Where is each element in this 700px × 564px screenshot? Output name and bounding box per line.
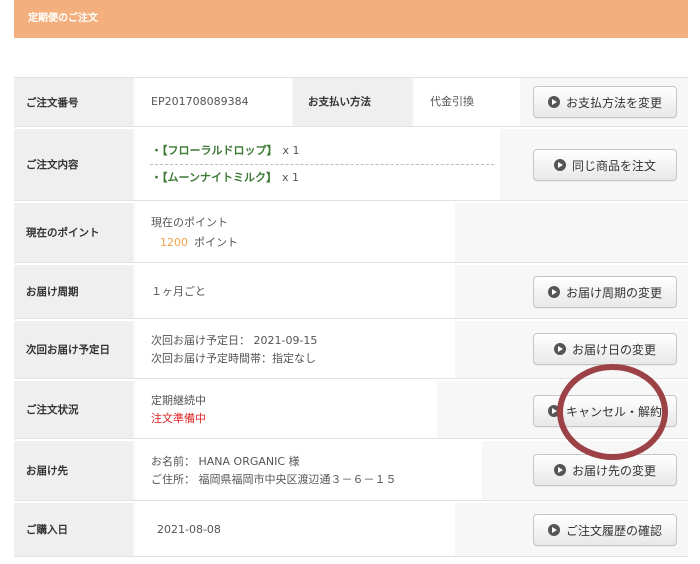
button-label: お支払方法を変更 bbox=[565, 95, 662, 110]
next-delivery-cell: 次回お届け予定日： 2021-09-15 次回お届け予定時間帯：指定なし bbox=[135, 321, 455, 378]
order-status-label: ご注文状況 bbox=[14, 381, 133, 438]
change-shipping-address-button[interactable]: お届け先の変更 bbox=[533, 454, 677, 486]
order-detail-table: ご注文番号 EP201708089384 お支払い方法 代金引換 お支払方法を変… bbox=[14, 77, 688, 557]
order-number-value: EP201708089384 bbox=[151, 95, 249, 108]
next-delivery-date: 次回お届け予定日： 2021-09-15 bbox=[151, 333, 318, 347]
recipient-address: ご住所： 福岡県福岡市中央区渡辺通３－６－１５ bbox=[151, 472, 397, 486]
order-history-button[interactable]: ご注文履歴の確認 bbox=[533, 514, 677, 546]
order-contents-cell: ・【フローラルドロップ】 x 1 ・【ムーンナイトミルク】 x 1 bbox=[135, 129, 500, 200]
delivery-cycle-label: お届け周期 bbox=[14, 265, 133, 318]
cancel-subscription-button[interactable]: キャンセル・解約 bbox=[533, 395, 677, 427]
payment-method-label-cell: お支払い方法 bbox=[293, 78, 412, 126]
purchase-date-cell: 2021-08-08 bbox=[135, 503, 455, 556]
payment-method-cell: 代金引換 bbox=[414, 78, 520, 126]
order-number-label: ご注文番号 bbox=[14, 78, 133, 126]
row-order-status: ご注文状況 定期継続中 注文準備中 キャンセル・解約 bbox=[14, 381, 688, 439]
next-delivery-time: 次回お届け予定時間帯：指定なし bbox=[151, 351, 316, 365]
play-circle-icon bbox=[547, 405, 560, 417]
order-contents-label: ご注文内容 bbox=[14, 129, 133, 200]
points-value: 1200 bbox=[160, 235, 188, 249]
payment-method-label: お支払い方法 bbox=[308, 96, 371, 108]
play-circle-icon bbox=[553, 159, 566, 171]
row-order-number: ご注文番号 EP201708089384 お支払い方法 代金引換 お支払方法を変… bbox=[14, 78, 688, 127]
order-item: ・【フローラルドロップ】 x 1 bbox=[151, 142, 500, 160]
row-order-contents: ご注文内容 ・【フローラルドロップ】 x 1 ・【ムーンナイトミルク】 x 1 同じ… bbox=[14, 129, 688, 201]
order-page: 定期便のご注文 ご注文番号 EP201708089384 お支払い方法 代金引換… bbox=[0, 0, 700, 564]
purchase-date-value: 2021-08-08 bbox=[157, 522, 221, 536]
purchase-date-label: ご購入日 bbox=[14, 503, 133, 556]
section-title: 定期便のご注文 bbox=[28, 13, 98, 24]
change-delivery-cycle-button[interactable]: お届け周期の変更 bbox=[533, 276, 677, 308]
button-label: 同じ商品を注文 bbox=[571, 158, 656, 173]
row-points: 現在のポイント 現在のポイント 1200 ポイント bbox=[14, 203, 688, 263]
play-circle-icon bbox=[547, 286, 560, 298]
change-payment-method-button[interactable]: お支払方法を変更 bbox=[533, 86, 677, 118]
row-next-delivery: 次回お届け予定日 次回お届け予定日： 2021-09-15 次回お届け予定時間帯… bbox=[14, 321, 688, 379]
points-label: 現在のポイント bbox=[14, 203, 133, 262]
play-circle-icon bbox=[547, 96, 560, 108]
delivery-cycle-cell: １ヶ月ごと bbox=[135, 265, 455, 318]
button-label: お届け日の変更 bbox=[571, 342, 656, 357]
item-quantity: x 1 bbox=[282, 144, 300, 157]
item-name-link[interactable]: 【フローラルドロップ】 bbox=[162, 144, 278, 157]
row-purchase-date: ご購入日 2021-08-08 ご注文履歴の確認 bbox=[14, 503, 688, 557]
shipping-cell: お名前： HANA ORGANIC 様 ご住所： 福岡県福岡市中央区渡辺通３－６… bbox=[135, 441, 482, 500]
delivery-cycle-value: １ヶ月ごと bbox=[151, 284, 206, 298]
play-circle-icon bbox=[547, 524, 560, 536]
order-item: ・【ムーンナイトミルク】 x 1 bbox=[151, 169, 500, 187]
button-label: お届け先の変更 bbox=[571, 463, 656, 478]
order-number-cell: EP201708089384 bbox=[135, 78, 292, 126]
play-circle-icon bbox=[553, 464, 566, 476]
play-circle-icon bbox=[553, 343, 566, 355]
item-name-link[interactable]: 【ムーンナイトミルク】 bbox=[162, 171, 277, 184]
row-delivery-cycle: お届け周期 １ヶ月ごと お届け周期の変更 bbox=[14, 265, 688, 319]
order-state: 注文準備中 bbox=[151, 411, 206, 425]
row-shipping-address: お届け先 お名前： HANA ORGANIC 様 ご住所： 福岡県福岡市中央区渡… bbox=[14, 441, 688, 501]
recipient-name: お名前： HANA ORGANIC 様 bbox=[151, 454, 300, 468]
item-divider bbox=[150, 164, 494, 165]
change-delivery-date-button[interactable]: お届け日の変更 bbox=[533, 333, 677, 365]
reorder-same-items-button[interactable]: 同じ商品を注文 bbox=[533, 149, 677, 181]
points-amount-line: 1200 ポイント bbox=[151, 233, 455, 253]
next-delivery-label: 次回お届け予定日 bbox=[14, 321, 133, 378]
points-unit: ポイント bbox=[194, 235, 238, 249]
section-header: 定期便のご注文 bbox=[14, 0, 688, 38]
points-caption: 現在のポイント bbox=[151, 215, 228, 229]
item-quantity: x 1 bbox=[281, 171, 299, 184]
button-label: キャンセル・解約 bbox=[565, 404, 662, 419]
button-label: ご注文履歴の確認 bbox=[565, 523, 662, 538]
payment-method-value: 代金引換 bbox=[430, 95, 474, 108]
item-bullet: ・ bbox=[151, 144, 162, 157]
subscription-status: 定期継続中 bbox=[151, 393, 206, 407]
button-label: お届け周期の変更 bbox=[565, 285, 662, 300]
points-cell: 現在のポイント 1200 ポイント bbox=[135, 203, 455, 262]
item-bullet: ・ bbox=[151, 171, 162, 184]
shipping-label: お届け先 bbox=[14, 441, 133, 500]
order-status-cell: 定期継続中 注文準備中 bbox=[135, 381, 437, 438]
